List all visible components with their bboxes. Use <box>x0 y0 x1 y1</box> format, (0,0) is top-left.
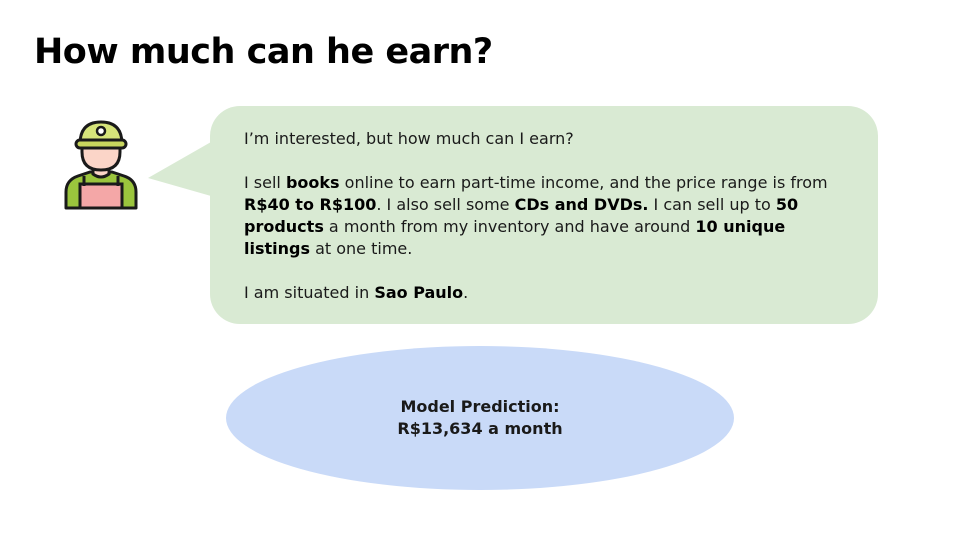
prediction-value: R$13,634 a month <box>397 419 563 438</box>
location-city: Sao Paulo <box>374 283 464 302</box>
slide: How much can he earn? I’m interested, bu… <box>0 0 960 540</box>
worker-avatar-icon <box>64 120 138 210</box>
product-books: books <box>285 173 340 192</box>
prediction-label: Model Prediction: <box>400 397 560 416</box>
speech-bubble-tail <box>148 138 218 198</box>
speech-bubble: I’m interested, but how much can I earn?… <box>210 106 878 324</box>
prediction-ellipse: Model Prediction: R$13,634 a month <box>226 346 734 490</box>
speech-question: I’m interested, but how much can I earn? <box>244 129 574 148</box>
speech-location: I am situated in Sao Paulo. <box>244 283 469 302</box>
speech-details: I sell books online to earn part-time in… <box>244 173 828 258</box>
slide-title: How much can he earn? <box>34 32 493 72</box>
price-range: R$40 to R$100 <box>244 195 377 214</box>
product-cds-dvds: CDs and DVDs. <box>514 195 649 214</box>
